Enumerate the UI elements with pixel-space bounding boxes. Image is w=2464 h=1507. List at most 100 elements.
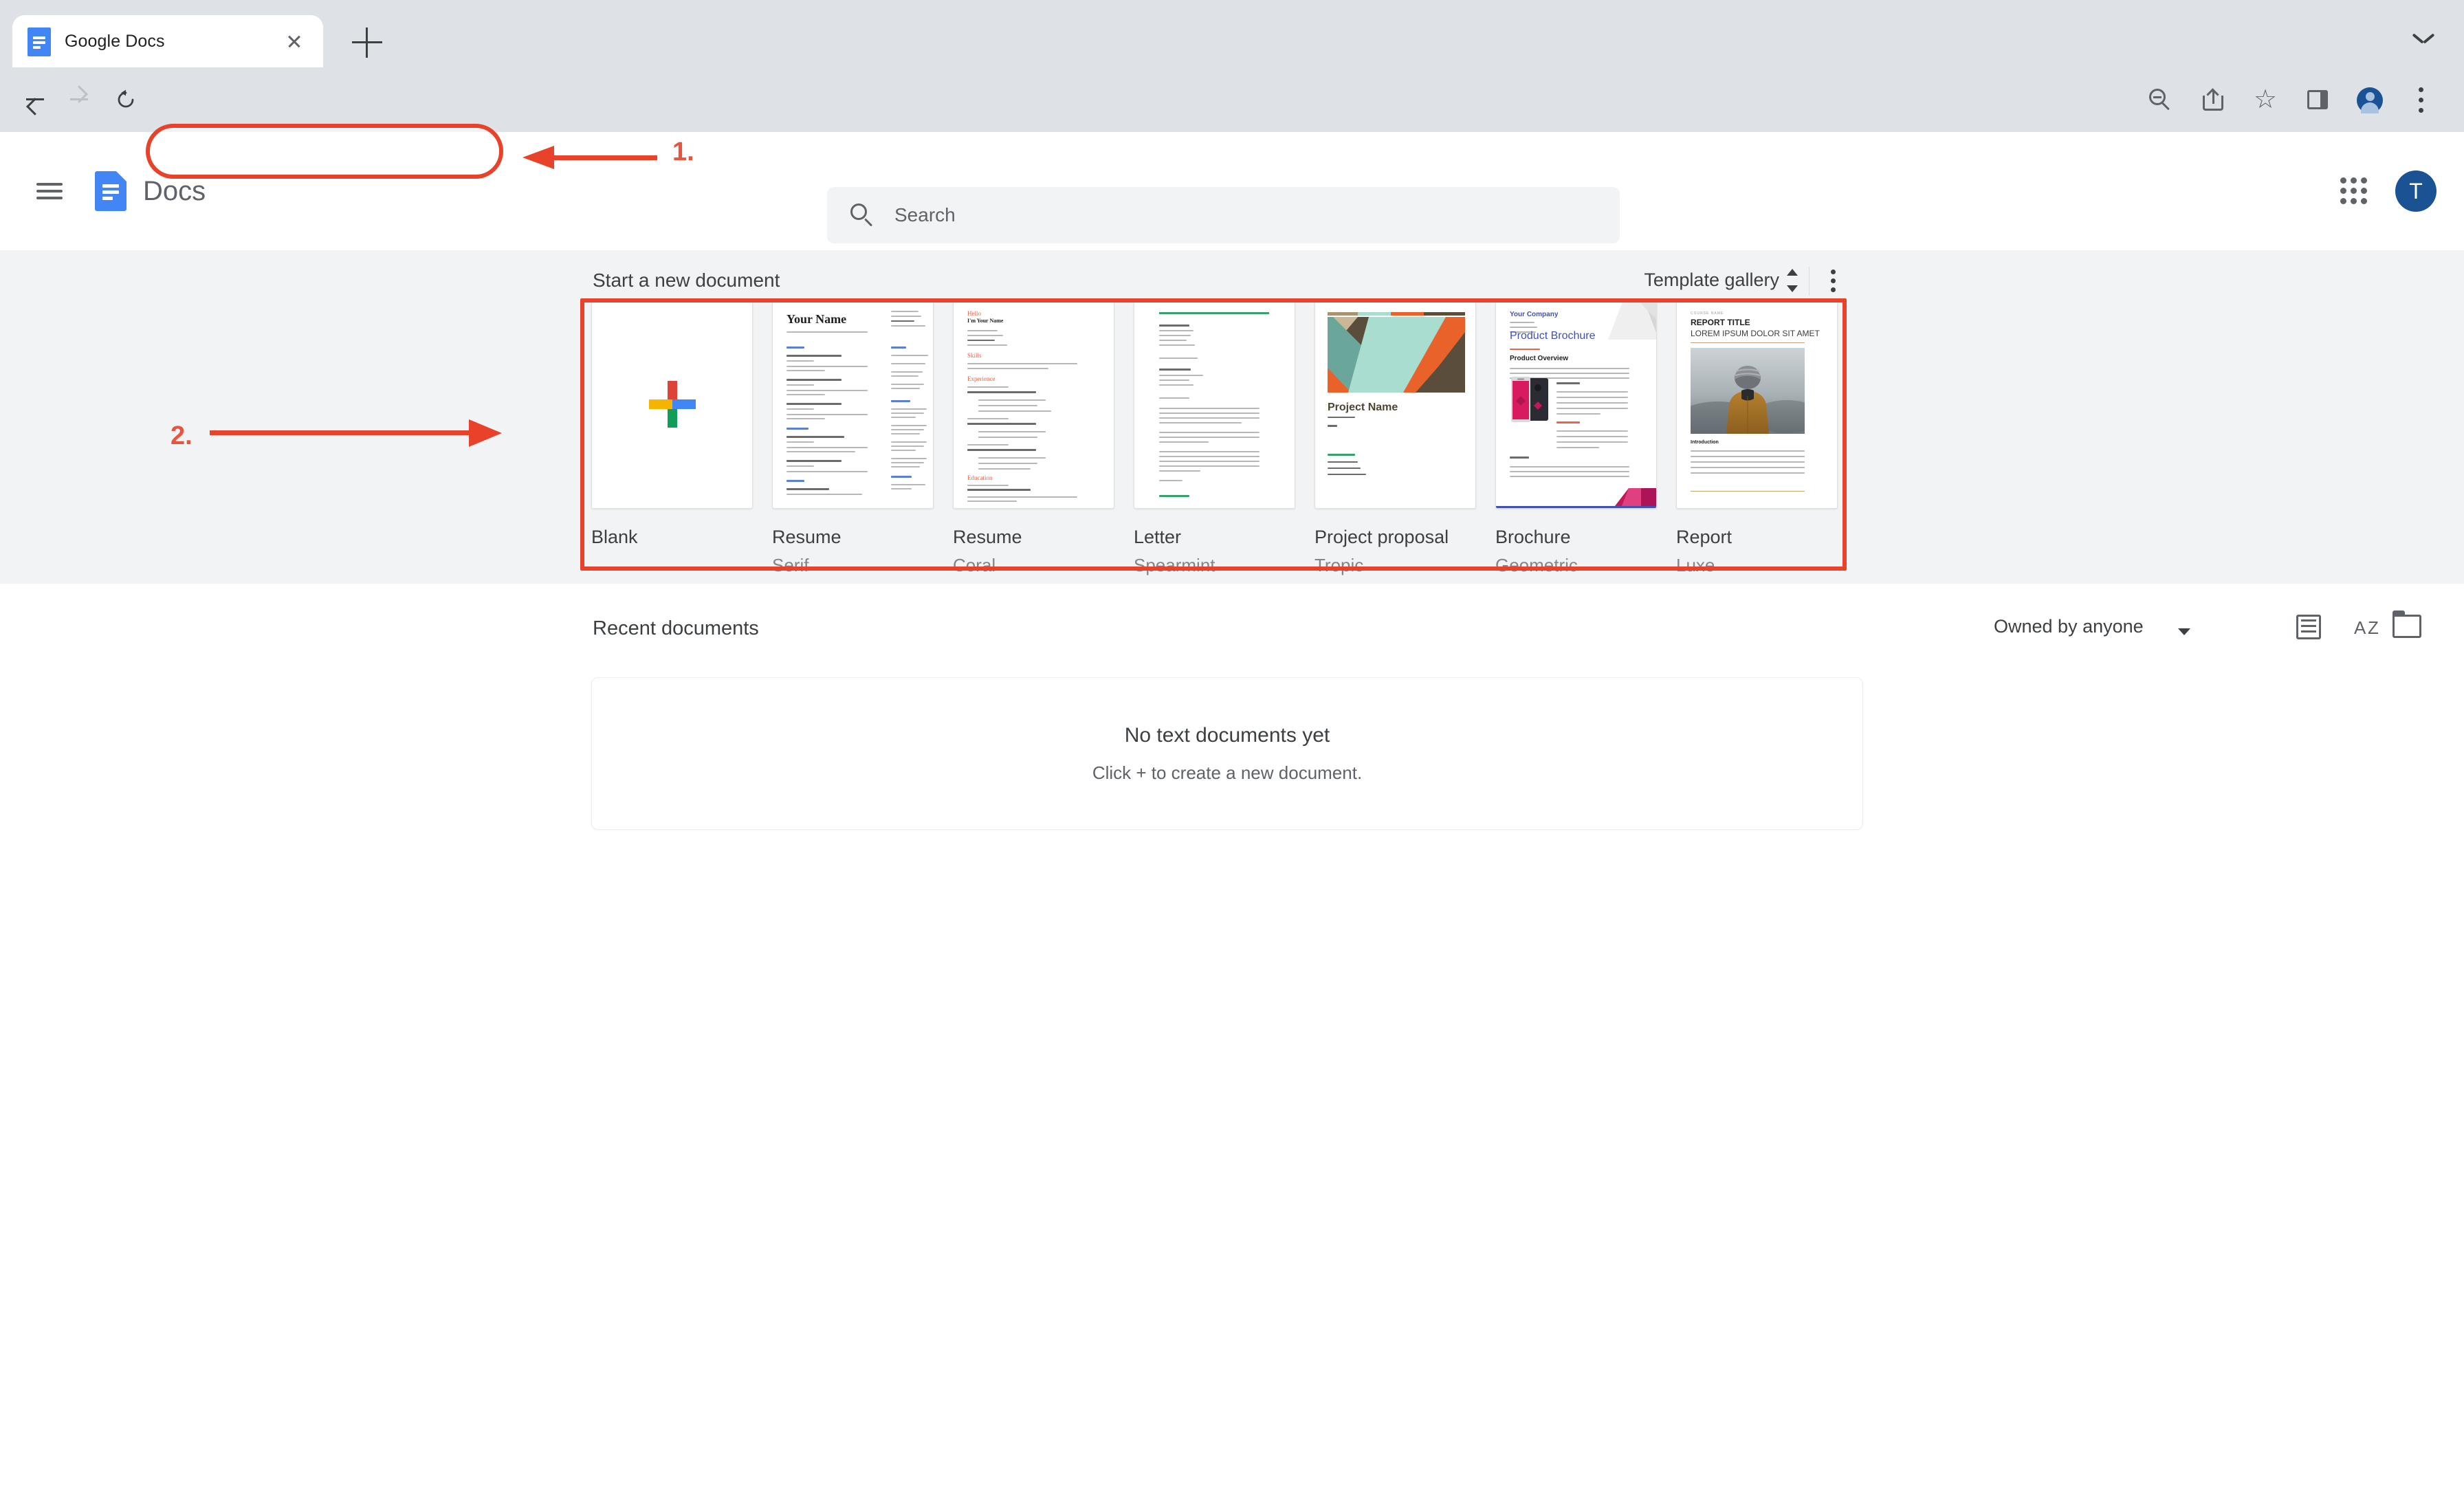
empty-state-title: No text documents yet xyxy=(1125,724,1330,747)
bookmark-star-icon: ☆ xyxy=(2254,89,2277,111)
template-card-subtitle: Coral xyxy=(953,555,1114,576)
template-card-title: Resume xyxy=(953,527,1114,548)
template-thumbnail[interactable]: COURSE NAME REPORT TITLE LOREM IPSUM DOL… xyxy=(1676,299,1838,509)
thumb-section-experience: Experience xyxy=(967,375,995,382)
share-button[interactable] xyxy=(2186,74,2238,126)
chevron-down-icon[interactable] xyxy=(2178,628,2190,635)
annotation-arrow-2 xyxy=(210,419,502,447)
template-card-title: Letter xyxy=(1134,527,1295,548)
close-icon[interactable] xyxy=(280,28,308,55)
back-arrow-icon xyxy=(25,90,44,109)
bottom-rule xyxy=(1496,506,1657,508)
reload-button[interactable] xyxy=(106,80,144,119)
annotation-arrow-1 xyxy=(522,146,657,169)
zoom-out-icon xyxy=(2149,89,2171,111)
template-gallery-link[interactable]: Template gallery xyxy=(1644,270,1779,291)
template-card-resume-coral[interactable]: Hello I'm Your Name Skills Experience xyxy=(953,299,1114,576)
more-options-icon[interactable] xyxy=(1831,270,1836,293)
template-card-project-proposal-tropic[interactable]: Project Name Project proposal Tropic xyxy=(1314,299,1476,576)
google-docs-favicon-icon xyxy=(28,28,51,55)
thumb-section: Product Overview xyxy=(1510,355,1568,362)
share-icon xyxy=(2203,89,2223,111)
docs-brand[interactable]: Docs xyxy=(95,171,206,211)
search-input[interactable]: Search xyxy=(827,187,1620,243)
cover-photo xyxy=(1691,348,1805,434)
thumb-company: Your Company xyxy=(1510,311,1558,318)
section-title: Recent documents xyxy=(593,617,759,640)
divider xyxy=(1809,267,1810,296)
template-card-brochure-geometric[interactable]: Your Company Product Brochure Product Ov… xyxy=(1495,299,1657,576)
template-thumbnail[interactable]: Project Name xyxy=(1314,299,1476,509)
template-card-list: Blank Your Name xyxy=(591,299,1838,576)
template-card-title: Brochure xyxy=(1495,527,1657,548)
empty-state-card: No text documents yet Click + to create … xyxy=(591,677,1863,830)
tab-strip: Google Docs xyxy=(0,0,2464,67)
template-card-blank[interactable]: Blank xyxy=(591,299,753,576)
accent-bar xyxy=(1328,312,1465,316)
template-card-letter-spearmint[interactable]: Letter Spearmint xyxy=(1134,299,1295,576)
template-card-report-luxe[interactable]: COURSE NAME REPORT TITLE LOREM IPSUM DOL… xyxy=(1676,299,1838,576)
reload-icon xyxy=(116,89,136,110)
phone-illustration xyxy=(1511,377,1539,419)
template-card-subtitle: Spearmint xyxy=(1134,555,1295,576)
sort-az-icon[interactable]: AZ xyxy=(2343,612,2380,644)
open-file-picker-icon[interactable] xyxy=(2392,615,2421,638)
template-card-title: Report xyxy=(1676,527,1838,548)
template-thumbnail[interactable]: Hello I'm Your Name Skills Experience xyxy=(953,299,1114,509)
template-thumbnail[interactable]: Your Company Product Brochure Product Ov… xyxy=(1495,299,1657,509)
annotation-label-1: 1. xyxy=(672,138,694,167)
search-icon xyxy=(850,204,874,227)
plus-icon xyxy=(649,381,696,428)
corner-decoration-bottom xyxy=(1608,481,1656,506)
thumb-heading: Product Brochure xyxy=(1510,330,1596,342)
search-placeholder: Search xyxy=(894,204,956,226)
template-card-title: Project proposal xyxy=(1314,527,1476,548)
thumb-heading: REPORT TITLE xyxy=(1691,318,1750,327)
gallery-header: Start a new document Template gallery xyxy=(591,270,1842,301)
browser-toolbar xyxy=(0,67,2464,132)
tab-title: Google Docs xyxy=(65,32,280,52)
thumb-kicker: COURSE NAME xyxy=(1691,311,1724,316)
template-card-subtitle: Tropic xyxy=(1314,555,1476,576)
template-card-subtitle: Serif xyxy=(772,555,934,576)
template-thumbnail[interactable]: Your Name xyxy=(772,299,934,509)
account-avatar[interactable]: T xyxy=(2395,170,2436,212)
google-apps-grid-icon[interactable] xyxy=(2340,177,2368,205)
profile-button[interactable] xyxy=(2343,74,2395,126)
profile-avatar-icon xyxy=(2357,87,2383,113)
cover-artwork xyxy=(1328,317,1465,393)
hamburger-menu-icon[interactable] xyxy=(25,166,74,216)
thumb-heading: Your Name xyxy=(786,312,846,327)
docs-header-actions: T xyxy=(2340,132,2436,250)
template-card-subtitle: Geometric xyxy=(1495,555,1657,576)
new-tab-button[interactable] xyxy=(352,28,382,58)
google-docs-logo-icon xyxy=(95,171,126,211)
thumb-subheading: I'm Your Name xyxy=(967,318,1003,324)
zoom-out-button[interactable] xyxy=(2134,74,2186,126)
back-button[interactable] xyxy=(15,80,54,119)
template-thumbnail[interactable] xyxy=(591,299,753,509)
template-card-resume-serif[interactable]: Your Name xyxy=(772,299,934,576)
thumb-heading: Hello xyxy=(967,310,981,317)
template-gallery-band: Start a new document Template gallery Bl… xyxy=(0,250,2464,584)
browser-tab[interactable]: Google Docs xyxy=(12,15,323,67)
template-card-title: Resume xyxy=(772,527,934,548)
annotation-label-2: 2. xyxy=(170,421,192,451)
accent-rule xyxy=(1159,312,1269,314)
list-view-icon[interactable] xyxy=(2296,615,2321,639)
forward-button[interactable] xyxy=(60,80,99,119)
template-thumbnail[interactable] xyxy=(1134,299,1295,509)
thumb-subheading: LOREM IPSUM DOLOR SIT AMET xyxy=(1691,329,1820,338)
template-card-title: Blank xyxy=(591,527,753,548)
chrome-menu-button[interactable] xyxy=(2395,74,2448,126)
corner-decoration xyxy=(1608,300,1656,340)
owner-filter-dropdown[interactable]: Owned by anyone xyxy=(1994,616,2144,637)
accent-rule xyxy=(1691,342,1805,343)
accent-rule-bottom xyxy=(1691,491,1805,492)
chevron-down-icon[interactable] xyxy=(2413,33,2434,44)
side-panel-button[interactable] xyxy=(2291,74,2343,126)
bookmark-button[interactable]: ☆ xyxy=(2238,74,2291,126)
side-panel-icon xyxy=(2307,90,2328,109)
browser-chrome: Google Docs docs.google.com/document/u/0… xyxy=(0,0,2464,132)
sort-toggle-icon[interactable] xyxy=(1785,268,1800,293)
